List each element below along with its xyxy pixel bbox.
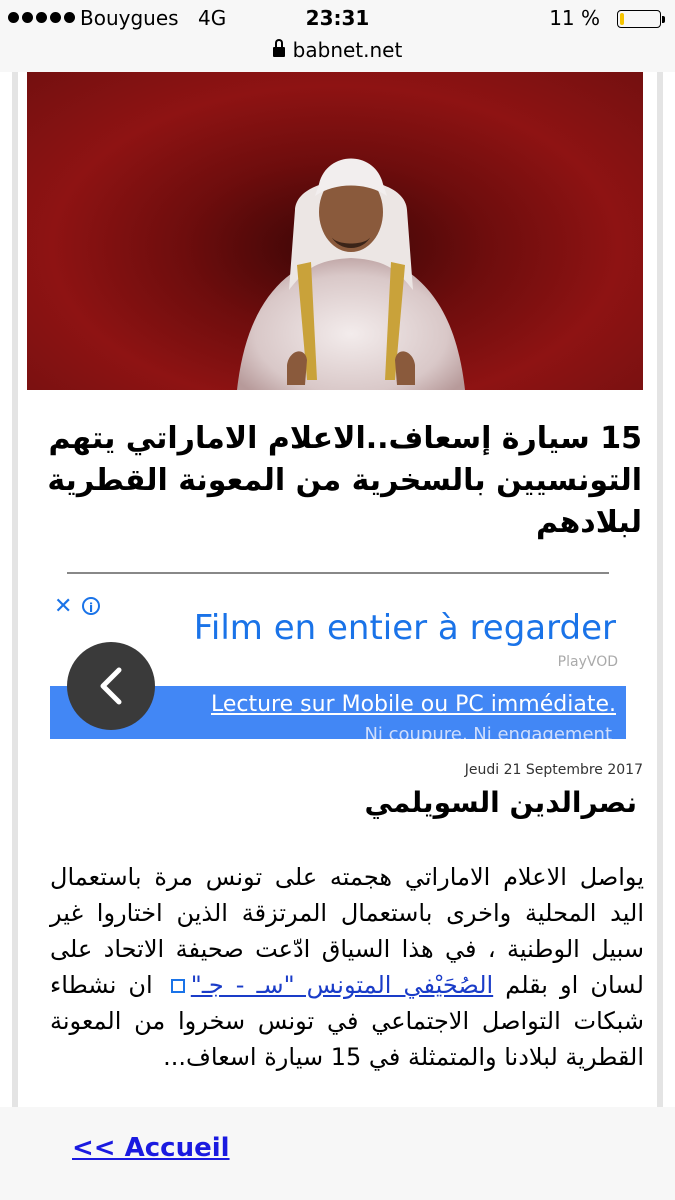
external-link-icon[interactable] <box>170 979 185 993</box>
web-page[interactable]: 15 سيارة إسعاف..الاعلام الاماراتي يتهم ا… <box>0 72 675 1107</box>
battery-percentage: 11 % <box>549 6 600 30</box>
home-link[interactable]: << Accueil <box>72 1133 230 1163</box>
page-border-right <box>657 72 663 1107</box>
divider <box>67 572 609 574</box>
battery-level-fill <box>620 13 625 25</box>
portrait-figure <box>237 158 465 390</box>
lock-icon <box>272 39 285 58</box>
author-link[interactable]: الصُحَيْفي المتونس "سـ - جـ" <box>191 971 493 999</box>
article-author: نصرالدين السويلمي <box>364 786 637 819</box>
ad-sub-link[interactable]: Ni coupure, Ni engagement <box>364 724 612 739</box>
article-hero-image <box>27 72 643 390</box>
address-bar[interactable]: babnet.net <box>0 38 675 72</box>
publish-date: Jeudi 21 Septembre 2017 <box>464 762 643 778</box>
status-bar: Bouygues 4G 23:31 11 % <box>0 0 675 38</box>
article-headline: 15 سيارة إسعاف..الاعلام الاماراتي يتهم ا… <box>47 421 642 540</box>
back-button[interactable] <box>67 642 155 730</box>
article-body: يواصل الاعلام الاماراتي هجمته على تونس م… <box>50 859 644 1075</box>
url-domain: babnet.net <box>292 38 403 62</box>
ad-info-icon[interactable]: i <box>82 597 100 615</box>
battery-icon <box>617 10 665 28</box>
ad-close-icon[interactable]: ✕ <box>54 594 72 619</box>
chevron-left-icon <box>100 667 122 705</box>
bottom-navigation: << Accueil <box>0 1107 675 1200</box>
ad-cta-link[interactable]: Lecture sur Mobile ou PC immédiate. <box>211 692 616 717</box>
ad-brand: PlayVOD <box>557 654 618 670</box>
ad-title[interactable]: Film en entier à regarder <box>194 608 616 648</box>
page-border-left <box>12 72 18 1107</box>
